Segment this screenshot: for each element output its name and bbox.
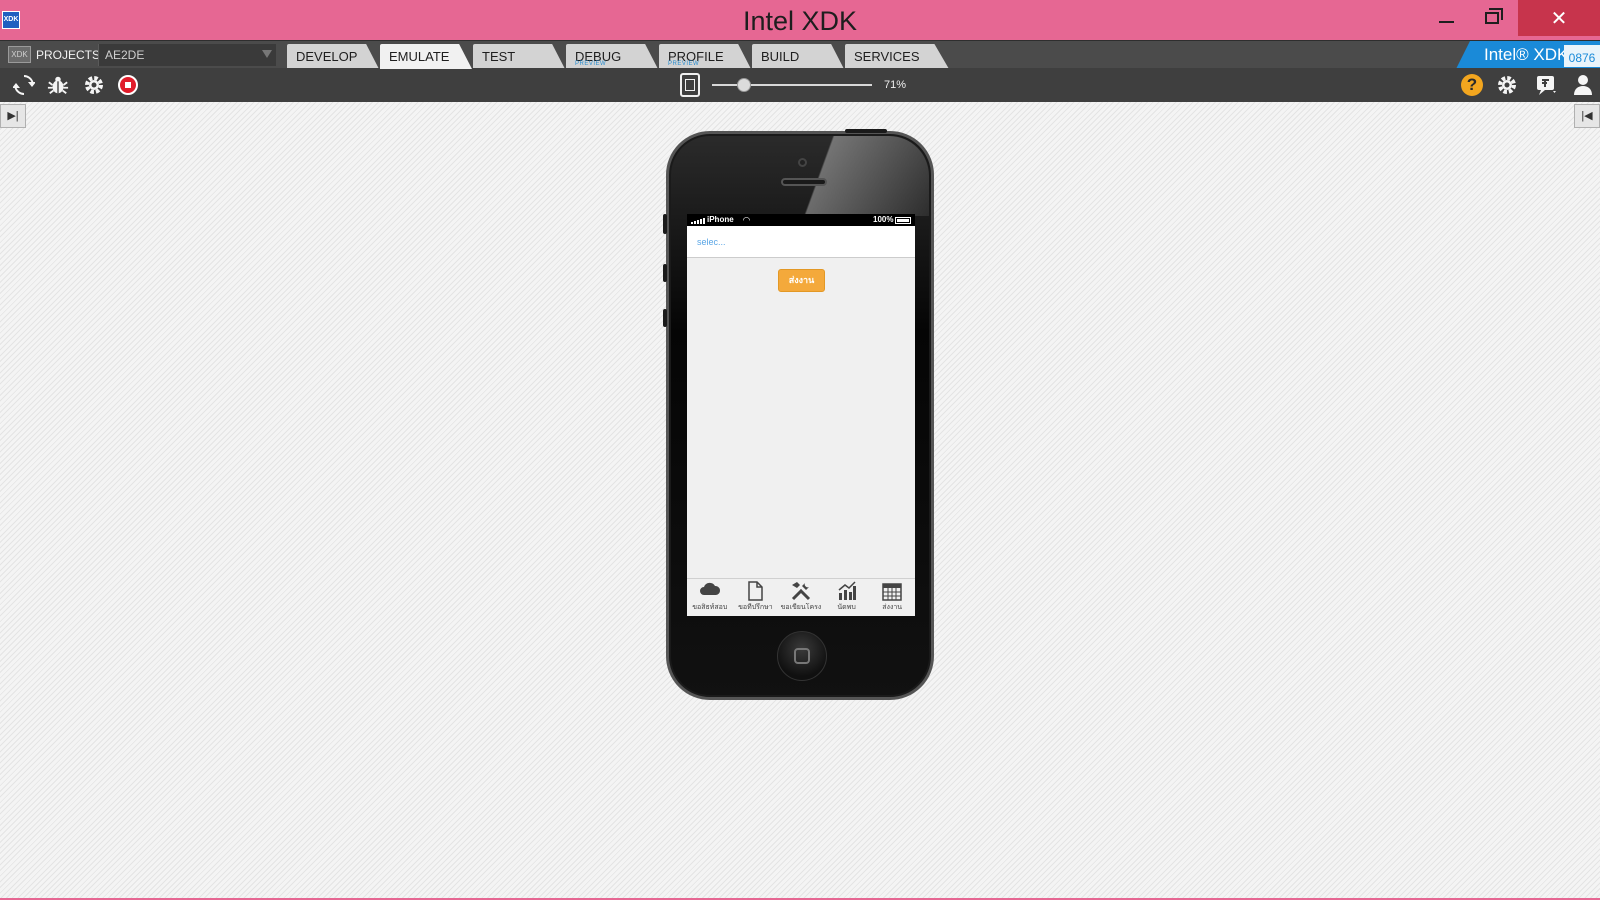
help-icon[interactable]: ?: [1461, 74, 1483, 96]
status-bar: iPhone ◠ 100%: [687, 214, 915, 226]
earpiece-speaker: [781, 178, 827, 186]
tab-label: TEST: [482, 49, 516, 64]
restore-icon: [1485, 8, 1503, 24]
projects-icon[interactable]: XDK: [8, 46, 31, 63]
home-button[interactable]: [777, 631, 827, 681]
nav-label: ขอสิธท์สอบ: [692, 604, 728, 611]
home-square-icon: [794, 648, 810, 664]
volume-up-button: [663, 264, 667, 282]
calendar-icon: [869, 581, 915, 603]
select-field[interactable]: selec...: [687, 226, 915, 258]
phone-gloss: [779, 136, 929, 216]
emulator-toolbar: 71% ?: [0, 68, 1600, 102]
bottom-tab-bar: ขอสิธท์สอบ ขอที่ปรึกษา ขอเขียนโครง นัดพบ: [687, 578, 915, 616]
volume-down-button: [663, 309, 667, 327]
fit-screen-icon[interactable]: [680, 73, 700, 97]
stop-square: [125, 82, 131, 88]
carrier-name: iPhone: [707, 215, 734, 224]
tab-build[interactable]: BUILD: [752, 44, 844, 69]
nav-item-submit-work[interactable]: ส่งงาน: [869, 579, 915, 616]
nav-item-appointment[interactable]: นัดพบ: [824, 579, 870, 616]
intel-xdk-brand: Intel® XDK 0876: [1456, 41, 1600, 69]
tab-bar: XDK PROJECTS AE2DE DEVELOP EMULATE TEST …: [0, 40, 1600, 69]
gear-icon[interactable]: [83, 74, 105, 96]
reload-icon[interactable]: [13, 74, 35, 96]
minimize-button[interactable]: [1423, 0, 1469, 36]
bug-icon[interactable]: [47, 74, 69, 96]
nav-item-write-proposal[interactable]: ขอเขียนโครง: [778, 579, 824, 616]
cloud-icon: [687, 581, 733, 603]
project-name: AE2DE: [105, 48, 145, 62]
nav-label: ขอเขียนโครง: [780, 604, 822, 611]
window-title: Intel XDK: [742, 6, 858, 36]
submit-button[interactable]: ส่งงาน: [778, 269, 825, 292]
signal-icon: [691, 217, 705, 224]
tools-icon: [778, 581, 824, 603]
tab-develop[interactable]: DEVELOP: [287, 44, 379, 69]
expand-right-panel-button[interactable]: |◀: [1574, 104, 1600, 128]
nav-item-exam-request[interactable]: ขอสิธท์สอบ: [687, 579, 733, 616]
brand-logo-text: Intel® XDK: [1484, 45, 1569, 64]
close-button[interactable]: ✕: [1518, 0, 1600, 36]
tab-profile[interactable]: PROFILE PREVIEW: [659, 44, 751, 69]
camera: [798, 158, 807, 167]
project-select[interactable]: AE2DE: [98, 44, 276, 66]
stop-icon[interactable]: [118, 75, 138, 95]
gear-icon[interactable]: [1496, 74, 1518, 96]
nav-label: นัดพบ: [837, 604, 856, 611]
close-icon: ✕: [1550, 7, 1568, 30]
title-bar: XDK Intel XDK ✕: [0, 0, 1600, 40]
tab-label: SERVICES: [854, 49, 920, 64]
power-button: [845, 129, 887, 133]
restore-button[interactable]: [1469, 0, 1515, 36]
tab-services[interactable]: SERVICES: [845, 44, 949, 69]
user-icon[interactable]: [1572, 74, 1594, 96]
preview-badge: PREVIEW: [575, 61, 607, 67]
battery-percent: 100%: [873, 215, 894, 224]
wifi-icon: ◠: [743, 215, 750, 225]
feedback-icon[interactable]: [1536, 74, 1558, 96]
nav-label: ส่งงาน: [882, 604, 903, 611]
tab-label: EMULATE: [389, 49, 450, 64]
build-code: 0876: [1564, 45, 1600, 67]
tab-test[interactable]: TEST: [473, 44, 565, 69]
panel-expand-icon: ▶|: [7, 110, 19, 122]
battery-icon: [895, 217, 911, 224]
fit-screen-inner: [685, 79, 695, 91]
nav-label: ขอที่ปรึกษา: [738, 604, 773, 611]
tab-debug[interactable]: DEBUG PREVIEW: [566, 44, 658, 69]
chevron-down-icon: [262, 50, 272, 58]
chart-icon: [824, 581, 870, 603]
expand-left-panel-button[interactable]: ▶|: [0, 104, 26, 128]
tab-label: DEVELOP: [296, 49, 358, 64]
device-screen: iPhone ◠ 100% selec... ส่งงาน ขอสิธท์สอบ…: [687, 214, 915, 616]
zoom-level: 71%: [884, 79, 907, 91]
zoom-slider-thumb[interactable]: [737, 78, 751, 92]
tab-emulate[interactable]: EMULATE: [380, 44, 472, 69]
document-icon: [733, 581, 779, 603]
preview-badge: PREVIEW: [668, 61, 700, 67]
iphone-device-frame: iPhone ◠ 100% selec... ส่งงาน ขอสิธท์สอบ…: [663, 129, 934, 700]
projects-tab[interactable]: PROJECTS: [36, 41, 100, 69]
panel-collapse-icon: |◀: [1581, 110, 1593, 122]
minimize-icon: [1438, 21, 1454, 23]
zoom-slider[interactable]: [712, 84, 872, 86]
tab-label: BUILD: [761, 49, 800, 64]
nav-item-advisor-request[interactable]: ขอที่ปรึกษา: [733, 579, 779, 616]
mute-switch: [663, 214, 667, 234]
